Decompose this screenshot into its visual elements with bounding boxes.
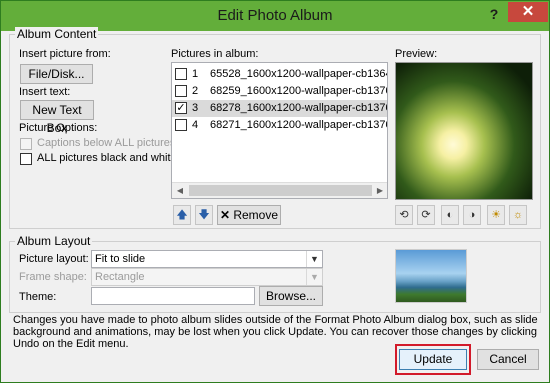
- picture-options-label: Picture Options:: [19, 122, 98, 134]
- remove-label: Remove: [233, 208, 279, 222]
- picture-number: 3: [192, 102, 199, 114]
- picture-name: 68271_1600x1200-wallpaper-cb13709598: [210, 119, 387, 131]
- scroll-right-icon[interactable]: ▶: [373, 183, 387, 198]
- help-button[interactable]: ?: [481, 3, 507, 25]
- arrow-up-icon: 🡅: [176, 209, 188, 221]
- rotate-right-icon: ⟳: [421, 209, 431, 221]
- frame-shape-label: Frame shape:: [19, 271, 87, 283]
- dialog-content: Album Content Insert picture from: File/…: [8, 27, 542, 377]
- frame-shape-select[interactable]: Rectangle ▼: [91, 268, 323, 286]
- picture-checkbox[interactable]: [175, 68, 187, 80]
- theme-label: Theme:: [19, 291, 57, 303]
- insert-text-label: Insert text:: [19, 86, 71, 98]
- brightness-up-icon: ☀: [491, 209, 501, 221]
- contrast-down-icon: ◑: [468, 209, 476, 221]
- remove-x-icon: ✕: [219, 208, 234, 222]
- theme-input[interactable]: [91, 287, 255, 305]
- dialog-title: Edit Photo Album: [217, 7, 333, 24]
- horizontal-scrollbar[interactable]: ◀ ▶: [172, 182, 387, 198]
- rotate-left-icon: ⟲: [399, 209, 409, 221]
- preview-image: [395, 62, 533, 200]
- contrast-up-icon: ◐: [446, 209, 454, 221]
- picture-layout-select[interactable]: Fit to slide ▼: [91, 250, 323, 268]
- picture-checkbox[interactable]: [175, 85, 187, 97]
- close-button[interactable]: ✕: [508, 2, 548, 22]
- frame-shape-value: Rectangle: [95, 271, 145, 283]
- album-content-legend: Album Content: [15, 27, 99, 41]
- black-white-label: ALL pictures black and white: [37, 152, 177, 164]
- picture-checkbox-checked[interactable]: ✓: [175, 102, 187, 114]
- pictures-in-album-label: Pictures in album:: [171, 48, 259, 60]
- list-item[interactable]: 4 68271_1600x1200-wallpaper-cb13709598: [172, 117, 387, 134]
- pictures-list[interactable]: 1 65528_1600x1200-wallpaper-cb13643219 2…: [171, 62, 388, 199]
- move-up-button[interactable]: 🡅: [173, 205, 191, 225]
- theme-preview-image: [395, 249, 467, 303]
- picture-checkbox[interactable]: [175, 119, 187, 131]
- preview-label: Preview:: [395, 48, 438, 60]
- cancel-button[interactable]: Cancel: [477, 349, 539, 370]
- brightness-down-icon: ☼: [512, 209, 524, 221]
- list-item[interactable]: 1 65528_1600x1200-wallpaper-cb13643219: [172, 66, 387, 83]
- scroll-left-icon[interactable]: ◀: [173, 183, 187, 198]
- list-item-selected[interactable]: ✓ 3 68278_1600x1200-wallpaper-cb13709597: [172, 100, 387, 117]
- album-layout-legend: Album Layout: [15, 234, 93, 248]
- file-disk-button[interactable]: File/Disk...: [20, 64, 93, 84]
- picture-name: 68259_1600x1200-wallpaper-cb13709599: [210, 85, 387, 97]
- picture-layout-value: Fit to slide: [95, 253, 146, 265]
- picture-number: 4: [192, 119, 199, 131]
- more-brightness-button[interactable]: ☀: [487, 205, 505, 225]
- arrow-down-icon: 🡇: [198, 209, 210, 221]
- new-text-box-button[interactable]: New Text Box: [20, 100, 94, 135]
- move-down-button[interactable]: 🡇: [195, 205, 213, 225]
- captions-checkbox[interactable]: [20, 138, 32, 150]
- picture-number: 2: [192, 85, 199, 97]
- picture-name: 65528_1600x1200-wallpaper-cb13643219: [210, 68, 387, 80]
- picture-layout-label: Picture layout:: [19, 253, 89, 265]
- insert-picture-from-label: Insert picture from:: [19, 48, 111, 60]
- rotate-right-button[interactable]: ⟳: [417, 205, 435, 225]
- edit-photo-album-dialog: Edit Photo Album ? ✕ Album Content Inser…: [0, 0, 550, 383]
- chevron-down-icon[interactable]: ▼: [306, 251, 322, 267]
- black-white-checkbox[interactable]: [20, 153, 32, 165]
- update-button[interactable]: Update: [399, 349, 467, 370]
- less-brightness-button[interactable]: ☼: [509, 205, 527, 225]
- picture-number: 1: [192, 68, 199, 80]
- captions-label: Captions below ALL pictures: [37, 137, 176, 149]
- rotate-left-button[interactable]: ⟲: [395, 205, 413, 225]
- browse-button[interactable]: Browse...: [259, 286, 323, 306]
- scroll-thumb[interactable]: [189, 185, 372, 196]
- chevron-down-icon[interactable]: ▼: [306, 269, 322, 285]
- more-contrast-button[interactable]: ◐: [441, 205, 459, 225]
- picture-name: 68278_1600x1200-wallpaper-cb13709597: [210, 102, 387, 114]
- list-item[interactable]: 2 68259_1600x1200-wallpaper-cb13709599: [172, 83, 387, 100]
- less-contrast-button[interactable]: ◑: [463, 205, 481, 225]
- remove-button[interactable]: ✕ Remove: [217, 205, 281, 225]
